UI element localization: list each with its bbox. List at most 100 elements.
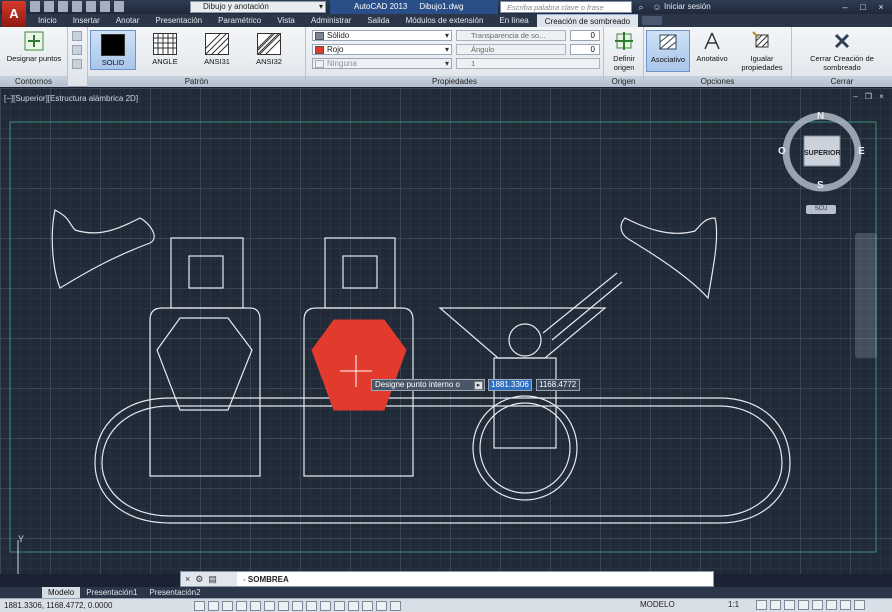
tab-presentacion[interactable]: Presentación bbox=[147, 14, 210, 27]
compass-north[interactable]: N bbox=[817, 111, 824, 122]
compass-east[interactable]: E bbox=[858, 146, 865, 157]
tab-modelo[interactable]: Modelo bbox=[42, 587, 81, 598]
application-menu-button[interactable]: A bbox=[2, 1, 26, 27]
tab-modulos[interactable]: Módulos de extensión bbox=[398, 14, 492, 27]
search-input[interactable]: Escriba palabra clave o frase bbox=[500, 1, 632, 13]
open-icon[interactable] bbox=[44, 1, 54, 12]
coordinate-readout[interactable]: 1881.3306, 1168.4772, 0.0000 bbox=[0, 601, 150, 610]
cerrar-sombreado-button[interactable]: Cerrar Creación de sombreado bbox=[794, 30, 890, 72]
clean-screen-icon[interactable] bbox=[854, 600, 865, 610]
anotativo-button[interactable]: Anotativo bbox=[692, 30, 732, 63]
command-history-icon[interactable]: ▤ bbox=[208, 574, 217, 585]
tab-salida[interactable]: Salida bbox=[359, 14, 397, 27]
definir-origen-button[interactable]: Definir origen bbox=[606, 30, 642, 72]
wcs-menu[interactable]: SCU bbox=[806, 205, 836, 214]
lock-icon[interactable] bbox=[798, 600, 809, 610]
y-coordinate-input[interactable]: 1168.4772 bbox=[536, 379, 580, 391]
dyn-icon[interactable] bbox=[320, 600, 331, 611]
panel-contornos-title[interactable]: Contornos bbox=[0, 76, 67, 87]
lineweight-icon[interactable] bbox=[334, 600, 345, 611]
print-icon[interactable] bbox=[86, 1, 96, 12]
recreate-boundary-icon[interactable] bbox=[72, 59, 82, 69]
ribbon-minimize-icon[interactable] bbox=[642, 16, 663, 25]
annotation-scale[interactable]: 1:1 bbox=[728, 600, 739, 609]
close-command-icon[interactable]: × bbox=[185, 574, 190, 584]
select-boundary-icon[interactable] bbox=[72, 31, 82, 41]
compass-west[interactable]: O bbox=[778, 146, 786, 157]
ducs-icon[interactable] bbox=[306, 600, 317, 611]
signin-link[interactable]: Iniciar sesión bbox=[664, 0, 711, 14]
tab-creacion-sombreado[interactable]: Creación de sombreado bbox=[536, 14, 639, 27]
tab-presentacion2[interactable]: Presentación2 bbox=[143, 587, 206, 598]
panel-opciones-title[interactable]: Opciones bbox=[644, 76, 791, 87]
search-icon[interactable]: ⌕ bbox=[636, 2, 646, 12]
undo-icon[interactable] bbox=[100, 1, 110, 12]
status-menu-icon[interactable] bbox=[840, 600, 851, 610]
inner-belt bbox=[101, 405, 783, 517]
new-icon[interactable] bbox=[30, 1, 40, 12]
infer-constraints-icon[interactable] bbox=[194, 600, 205, 611]
compass-south[interactable]: S bbox=[817, 180, 824, 191]
tab-inicio[interactable]: Inicio bbox=[30, 14, 65, 27]
save-icon[interactable] bbox=[58, 1, 68, 12]
auto-scale-icon[interactable] bbox=[770, 600, 781, 610]
ortho-icon[interactable] bbox=[236, 600, 247, 611]
tab-anotar[interactable]: Anotar bbox=[108, 14, 148, 27]
tab-insertar[interactable]: Insertar bbox=[65, 14, 108, 27]
tab-parametrico[interactable]: Paramétrico bbox=[210, 14, 269, 27]
background-color-select[interactable]: Ninguna bbox=[312, 58, 452, 69]
asociativo-button[interactable]: Asociativo bbox=[646, 30, 690, 72]
save-as-icon[interactable] bbox=[72, 1, 82, 12]
redo-icon[interactable] bbox=[114, 1, 124, 12]
autocad-window: A Dibujo y anotación AutoCAD 2013 Dibujo… bbox=[0, 0, 892, 612]
pattern-solid[interactable]: SOLID bbox=[90, 30, 136, 70]
panel-origen-title[interactable]: Origen bbox=[604, 76, 643, 87]
navigation-bar[interactable] bbox=[855, 233, 877, 358]
close-icon[interactable]: × bbox=[874, 1, 888, 13]
selection-cycling-icon[interactable] bbox=[376, 600, 387, 611]
polar-icon[interactable] bbox=[250, 600, 261, 611]
options-arrow-icon[interactable]: ▸ bbox=[474, 381, 483, 390]
osnap-icon[interactable] bbox=[264, 600, 275, 611]
otrack-icon[interactable] bbox=[292, 600, 303, 611]
isolate-objects-icon[interactable] bbox=[826, 600, 837, 610]
annotation-visibility-icon[interactable] bbox=[756, 600, 767, 610]
workspace-select[interactable]: Dibujo y anotación bbox=[190, 1, 326, 13]
tab-vista[interactable]: Vista bbox=[269, 14, 303, 27]
transparency-value[interactable]: 0 bbox=[570, 30, 600, 41]
set-origin-icon bbox=[615, 32, 633, 50]
igualar-propiedades-button[interactable]: Igualar propiedades bbox=[736, 30, 788, 72]
quick-properties-icon[interactable] bbox=[362, 600, 373, 611]
snap-icon[interactable] bbox=[208, 600, 219, 611]
tab-presentacion1[interactable]: Presentación1 bbox=[80, 587, 143, 598]
designar-puntos-button[interactable]: Designar puntos bbox=[2, 30, 66, 63]
angle-slider[interactable]: Ángulo bbox=[456, 44, 566, 55]
tab-administrar[interactable]: Administrar bbox=[303, 14, 359, 27]
angle-value[interactable]: 0 bbox=[570, 44, 600, 55]
workspace-switch-icon[interactable] bbox=[784, 600, 795, 610]
drawing-area[interactable]: [−][Superior][Estructura alámbrica 2D] –… bbox=[0, 88, 892, 574]
command-line[interactable]: × ⚙ ▤ - SOMBREA bbox=[180, 571, 714, 587]
annotation-monitor-icon[interactable] bbox=[390, 600, 401, 611]
panel-propiedades-title[interactable]: Propiedades bbox=[306, 76, 603, 87]
minimize-icon[interactable]: – bbox=[838, 1, 852, 13]
pattern-ansi32[interactable]: ANSI32 bbox=[246, 30, 292, 70]
pattern-ansi31[interactable]: ANSI31 bbox=[194, 30, 240, 70]
remove-boundary-icon[interactable] bbox=[72, 45, 82, 55]
scale-field[interactable]: 1 bbox=[456, 58, 600, 69]
hardware-acceleration-icon[interactable] bbox=[812, 600, 823, 610]
tab-en-linea[interactable]: En línea bbox=[491, 14, 536, 27]
x-coordinate-input[interactable]: 1881.3306 bbox=[488, 379, 532, 391]
grid-icon[interactable] bbox=[222, 600, 233, 611]
viewcube-face-label[interactable]: SUPERIOR bbox=[804, 150, 841, 157]
transparency-slider[interactable]: Transparencia de so... bbox=[456, 30, 566, 41]
3d-osnap-icon[interactable] bbox=[278, 600, 289, 611]
hatch-type-select[interactable]: Sólido bbox=[312, 30, 452, 41]
maximize-icon[interactable]: □ bbox=[856, 1, 870, 13]
transparency-icon[interactable] bbox=[348, 600, 359, 611]
model-space-button[interactable]: MODELO bbox=[640, 600, 675, 609]
customize-icon[interactable]: ⚙ bbox=[195, 574, 203, 585]
user-icon[interactable]: ☺ bbox=[652, 2, 662, 12]
pattern-angle[interactable]: ANGLE bbox=[142, 30, 188, 70]
hatch-color-select[interactable]: Rojo bbox=[312, 44, 452, 55]
